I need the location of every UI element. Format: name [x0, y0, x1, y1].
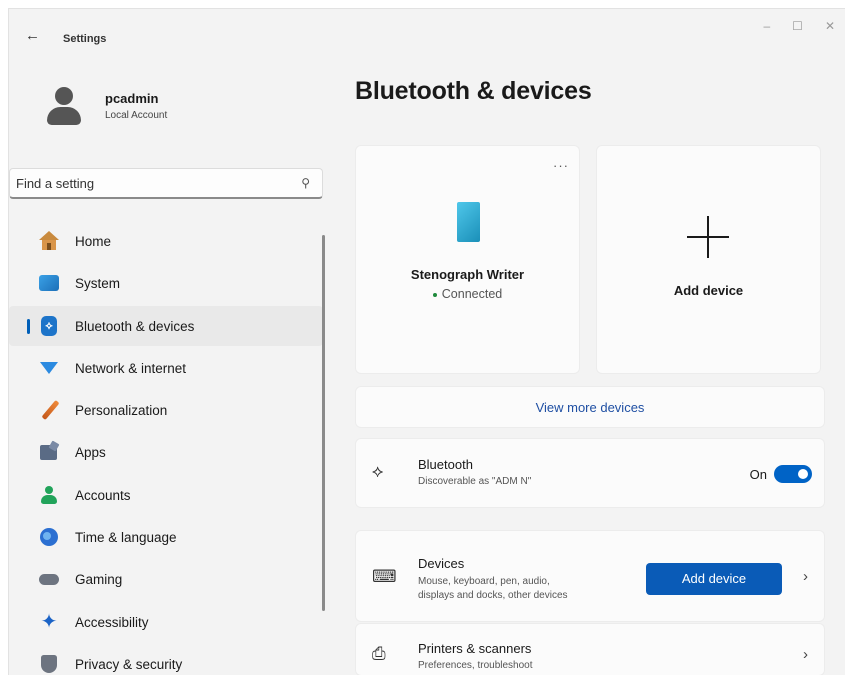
devices-row-subtitle-2: displays and docks, other devices [418, 590, 568, 601]
printers-row-title: Printers & scanners [418, 641, 532, 656]
device-name: Stenograph Writer [410, 267, 525, 282]
view-more-devices-button[interactable]: View more devices [355, 386, 825, 428]
printers-row-subtitle: Preferences, troubleshoot [418, 660, 533, 671]
search-icon[interactable]: ⚲ [301, 176, 310, 190]
sidebar-scrollbar[interactable] [322, 235, 325, 611]
avatar[interactable] [47, 87, 81, 129]
accounts-icon [39, 485, 59, 505]
accessibility-icon: ✦ [40, 610, 58, 633]
settings-window: ← Settings – ☐ ✕ pcadmin Local Account ⚲… [8, 8, 845, 675]
sidebar-item-label: Apps [75, 445, 106, 461]
device-status: Connected [356, 287, 579, 301]
devices-row-title: Devices [418, 556, 465, 571]
home-icon [39, 231, 59, 251]
printer-icon: ⎙ [372, 644, 386, 663]
back-arrow-icon[interactable]: ← [25, 27, 40, 44]
sidebar-item-personalization[interactable]: Personalization [9, 390, 323, 430]
chevron-right-icon[interactable]: › [803, 568, 808, 585]
sidebar-item-accessibility[interactable]: ✦ Accessibility [9, 602, 323, 642]
title-bar: ← Settings – ☐ ✕ [9, 9, 845, 57]
minimize-icon[interactable]: – [763, 19, 770, 33]
globe-icon [39, 527, 59, 547]
sidebar-item-label: Time & language [75, 530, 177, 546]
sidebar-item-label: Gaming [75, 572, 123, 588]
sidebar-item-system[interactable]: System [9, 263, 323, 303]
system-icon [39, 275, 59, 292]
network-icon [39, 358, 59, 378]
bluetooth-row-subtitle: Discoverable as "ADM N" [418, 476, 532, 487]
brush-icon [39, 400, 60, 421]
page-title: Bluetooth & devices [355, 77, 592, 105]
account-type: Local Account [105, 110, 168, 121]
sidebar-item-privacy[interactable]: Privacy & security [9, 644, 323, 675]
sidebar-item-label: Accessibility [75, 614, 149, 630]
active-indicator [27, 318, 30, 334]
devices-row[interactable]: ⌨ Devices Mouse, keyboard, pen, audio, d… [355, 530, 825, 622]
bluetooth-toggle-label: On [749, 467, 767, 482]
search-input[interactable] [16, 173, 286, 193]
add-device-button[interactable]: Add device [646, 563, 782, 595]
add-device-label: Add device [673, 283, 744, 298]
sidebar-item-bluetooth[interactable]: ⟡ Bluetooth & devices [9, 305, 323, 346]
view-more-devices-label: View more devices [535, 400, 645, 415]
sidebar-item-label: Privacy & security [75, 656, 183, 672]
bluetooth-icon: ⟡ [41, 315, 57, 336]
sidebar-item-apps[interactable]: Apps [9, 432, 323, 472]
bluetooth-row[interactable]: ⟡ Bluetooth Discoverable as "ADM N" On [355, 438, 825, 508]
add-device-card[interactable]: Add device [596, 145, 821, 374]
bluetooth-row-title: Bluetooth [418, 457, 473, 472]
apps-icon [39, 441, 60, 462]
more-options-icon[interactable]: ··· [553, 158, 569, 173]
sidebar-item-home[interactable]: Home [9, 221, 323, 261]
keyboard-icon: ⌨ [372, 567, 397, 586]
sidebar-item-accounts[interactable]: Accounts [9, 475, 323, 515]
sidebar-item-network[interactable]: Network & internet [9, 348, 323, 388]
close-icon[interactable]: ✕ [825, 19, 835, 33]
sidebar-item-label: Home [75, 234, 112, 249]
toggle-knob [798, 469, 808, 479]
device-icon [457, 202, 480, 242]
search-box: ⚲ [9, 168, 323, 199]
printers-row[interactable]: ⎙ Printers & scanners Preferences, troub… [355, 623, 825, 675]
sidebar-item-gaming[interactable]: Gaming [9, 559, 323, 599]
avatar-head [55, 87, 73, 105]
sidebar-item-time-language[interactable]: Time & language [9, 517, 323, 557]
sidebar-item-label: System [75, 276, 121, 292]
maximize-icon[interactable]: ☐ [792, 19, 803, 33]
gamepad-icon [39, 569, 59, 589]
sidebar-nav: Home System ⟡ Bluetooth & devices Networ… [9, 221, 327, 675]
device-status-text: Connected [441, 287, 503, 301]
bluetooth-toggle[interactable] [774, 465, 812, 483]
sidebar-item-label: Accounts [75, 487, 131, 503]
window-controls: – ☐ ✕ [763, 19, 835, 33]
sidebar-item-label: Network & internet [75, 360, 187, 376]
sidebar-item-label: Bluetooth & devices [75, 318, 195, 334]
shield-icon [39, 654, 59, 674]
app-title: Settings [63, 33, 107, 45]
devices-row-subtitle-1: Mouse, keyboard, pen, audio, [418, 576, 550, 587]
user-name: pcadmin [105, 91, 159, 106]
avatar-body [47, 107, 81, 125]
connected-dot-icon [432, 292, 437, 297]
chevron-right-icon[interactable]: › [803, 646, 808, 663]
sidebar-item-label: Personalization [75, 403, 168, 419]
device-card[interactable]: ··· Stenograph Writer Connected [355, 145, 580, 374]
bluetooth-icon: ⟡ [372, 462, 384, 481]
plus-icon [687, 216, 729, 258]
